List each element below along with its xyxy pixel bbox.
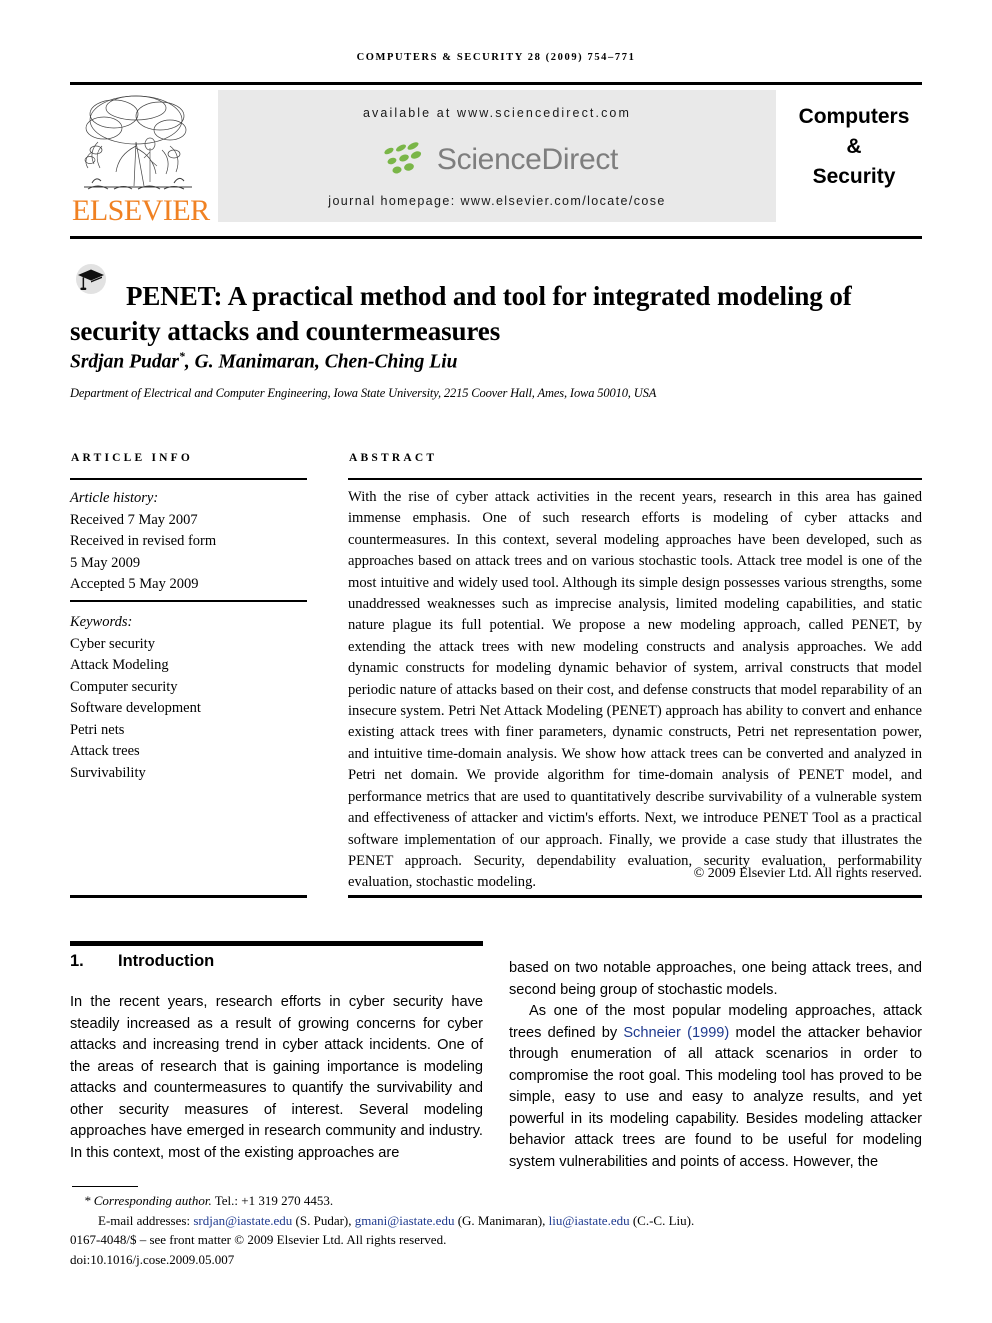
paragraph-text-after-citation: model the attacker behavior through enum…: [509, 1024, 922, 1170]
running-head: Computers & Security 28 (2009) 754–771: [356, 52, 636, 63]
article-history-item: Received 7 May 2007: [70, 511, 198, 528]
email-link-manimaran[interactable]: gmani@iastate.edu: [355, 1213, 455, 1228]
affiliation: Department of Electrical and Computer En…: [70, 386, 657, 400]
keyword-item: Attack trees: [70, 743, 140, 759]
section-heading: 1. Introduction: [70, 952, 483, 971]
article-history: Article history: Received 7 May 2007 Rec…: [70, 488, 310, 596]
elsevier-wordmark: ELSEVIER: [72, 194, 210, 227]
email-addresses-line: E-mail addresses: srdjan@iastate.edu (S.…: [98, 1212, 695, 1228]
sciencedirect-banner: available at www.sciencedirect.com Scien…: [218, 90, 776, 222]
sciencedirect-logo: ScienceDirect: [218, 138, 776, 182]
article-info-rule-top: [70, 478, 307, 480]
email-link-pudar[interactable]: srdjan@iastate.edu: [193, 1213, 292, 1228]
masthead: ELSEVIER available at www.sciencedirect.…: [70, 88, 922, 233]
sciencedirect-wordmark: ScienceDirect: [436, 143, 619, 176]
keywords-heading: Keywords:: [70, 614, 133, 630]
article-info-heading: Article info: [71, 452, 194, 464]
journal-title-line-2: &: [846, 135, 862, 158]
journal-title: Computers & Security: [786, 102, 922, 192]
keyword-item: Petri nets: [70, 721, 125, 738]
author-first: Srdjan Pudar: [70, 351, 179, 373]
abstract-text: With the rise of cyber attack activities…: [348, 489, 922, 891]
journal-article-page: Computers & Security 28 (2009) 754–771: [0, 0, 992, 1323]
section-title: Introduction: [118, 952, 215, 970]
keyword-item: Computer security: [70, 678, 178, 695]
journal-homepage-text: journal homepage: www.elsevier.com/locat…: [328, 194, 666, 208]
body-column-left: In the recent years, research efforts in…: [70, 994, 483, 1161]
article-history-heading: Article history:: [70, 490, 159, 506]
masthead-rule: [70, 236, 922, 239]
journal-title-line-1: Computers: [798, 105, 910, 128]
article-history-item: Accepted 5 May 2009: [70, 576, 199, 592]
elsevier-logo: ELSEVIER: [70, 88, 210, 233]
sciencedirect-leaf-icon: [384, 142, 422, 174]
footnote-block: * Corresponding author. Tel.: +1 319 270…: [70, 1191, 922, 1269]
citation-link-schneier[interactable]: Schneier (1999): [623, 1025, 729, 1041]
keyword-item: Attack Modeling: [70, 657, 169, 673]
section-rule: [70, 941, 483, 946]
email-owner-manimaran: (G. Manimaran): [457, 1212, 543, 1228]
email-owner-pudar: (S. Pudar): [295, 1212, 349, 1228]
author-list: Srdjan Pudar*, G. Manimaran, Chen-Ching …: [70, 349, 922, 374]
abstract-heading: Abstract: [349, 452, 438, 464]
email-link-liu[interactable]: liu@iastate.edu: [549, 1213, 630, 1228]
corresponding-author-phone: Tel.: +1 319 270 4453.: [211, 1193, 334, 1208]
footnote-rule: [72, 1186, 138, 1187]
corresponding-author-line: * Corresponding author. Tel.: +1 319 270…: [70, 1191, 922, 1211]
available-at-text: available at www.sciencedirect.com: [362, 106, 631, 120]
keyword-list: Keywords: Cyber security Attack Modeling…: [70, 612, 310, 784]
keyword-item: Cyber security: [70, 635, 155, 652]
article-history-item: 5 May 2009: [70, 554, 141, 571]
email-addresses-label: E-mail addresses:: [98, 1212, 191, 1228]
keyword-item: Software development: [70, 700, 201, 716]
body-paragraph: based on two notable approaches, one bei…: [509, 960, 922, 998]
article-info-rule-bottom: [70, 895, 307, 898]
email-owner-liu: (C.-C. Liu): [632, 1212, 691, 1228]
doi-line: doi:10.1016/j.cose.2009.05.007: [70, 1251, 235, 1267]
article-history-item: Received in revised form: [70, 533, 217, 549]
journal-title-line-3: Security: [812, 165, 896, 188]
page-title: PENET: A practical method and tool for i…: [70, 281, 852, 347]
copyright-notice: © 2009 Elsevier Ltd. All rights reserved…: [693, 866, 922, 881]
elsevier-tree-icon: [84, 95, 192, 190]
corresponding-author-label: * Corresponding author.: [84, 1193, 212, 1208]
header-rule: [70, 82, 922, 85]
author-rest: , G. Manimaran, Chen-Ching Liu: [184, 351, 458, 373]
keyword-item: Survivability: [70, 764, 146, 781]
section-number: 1.: [70, 952, 84, 970]
body-paragraph: As one of the most popular modeling appr…: [509, 1001, 922, 1173]
abstract-rule-bottom: [348, 895, 922, 898]
issn-front-matter-line: 0167-4048/$ – see front matter © 2009 El…: [70, 1232, 447, 1247]
abstract-rule-top: [348, 478, 922, 480]
article-info-rule-mid: [70, 600, 307, 602]
body-column-right: based on two notable approaches, one bei…: [509, 958, 922, 1173]
